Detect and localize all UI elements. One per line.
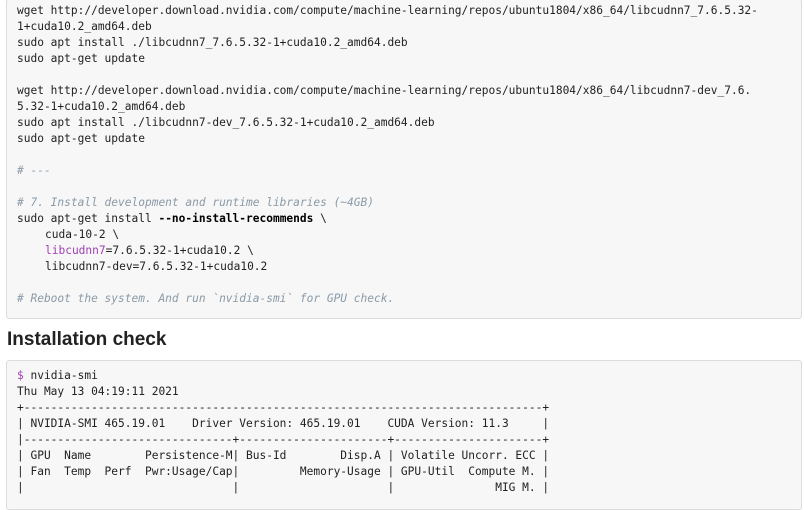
code-comment: # Reboot the system. And run `nvidia-smi… bbox=[17, 292, 395, 305]
code-flag: --no-install-recommends bbox=[158, 212, 314, 225]
output-line: | GPU Name Persistence-M| Bus-Id Disp.A … bbox=[17, 449, 550, 462]
install-code-block[interactable]: wget http://developer.download.nvidia.co… bbox=[6, 0, 802, 319]
check-code-block[interactable]: $ nvidia-smi Thu May 13 04:19:11 2021 +-… bbox=[6, 360, 802, 510]
code-text: sudo apt-get install bbox=[17, 212, 159, 225]
code-comment: # 7. Install development and runtime lib… bbox=[17, 196, 374, 209]
prompt-symbol: $ bbox=[17, 369, 24, 382]
code-line: libcudnn7-dev=7.6.5.32-1+cuda10.2 bbox=[45, 260, 268, 273]
output-line: | Fan Temp Perf Pwr:Usage/Cap| Memory-Us… bbox=[17, 465, 550, 478]
code-line: 5.32-1+cuda10.2_amd64.deb bbox=[17, 100, 186, 113]
section-heading: Installation check bbox=[7, 329, 167, 350]
code-line: libcudnn7=7.6.5.32-1+cuda10.2 \ bbox=[45, 243, 254, 259]
code-line-install: sudo apt-get install --no-install-recomm… bbox=[17, 211, 327, 227]
code-package: libcudnn7 bbox=[45, 244, 106, 257]
code-line: wget http://developer.download.nvidia.co… bbox=[17, 84, 752, 97]
code-line: sudo apt-get update bbox=[17, 52, 145, 65]
output-line: | NVIDIA-SMI 465.19.01 Driver Version: 4… bbox=[17, 417, 550, 430]
code-line: sudo apt install ./libcudnn7-dev_7.6.5.3… bbox=[17, 116, 435, 129]
command-line: $ nvidia-smi bbox=[17, 368, 98, 384]
code-line: wget http://developer.download.nvidia.co… bbox=[17, 4, 758, 17]
command-text: nvidia-smi bbox=[23, 369, 98, 382]
output-line: Thu May 13 04:19:11 2021 bbox=[17, 385, 179, 398]
code-text: \ bbox=[313, 212, 327, 225]
code-line: 1+cuda10.2_amd64.deb bbox=[17, 20, 152, 33]
output-line: +---------------------------------------… bbox=[17, 401, 550, 414]
output-line: |-------------------------------+-------… bbox=[17, 433, 550, 446]
code-comment: # --- bbox=[17, 164, 51, 177]
code-line: sudo apt-get update bbox=[17, 132, 145, 145]
code-line: sudo apt install ./libcudnn7_7.6.5.32-1+… bbox=[17, 36, 408, 49]
code-text: =7.6.5.32-1+cuda10.2 \ bbox=[105, 244, 254, 257]
code-line: cuda-10-2 \ bbox=[45, 228, 120, 241]
output-line: | | | MIG M. | bbox=[17, 481, 550, 494]
